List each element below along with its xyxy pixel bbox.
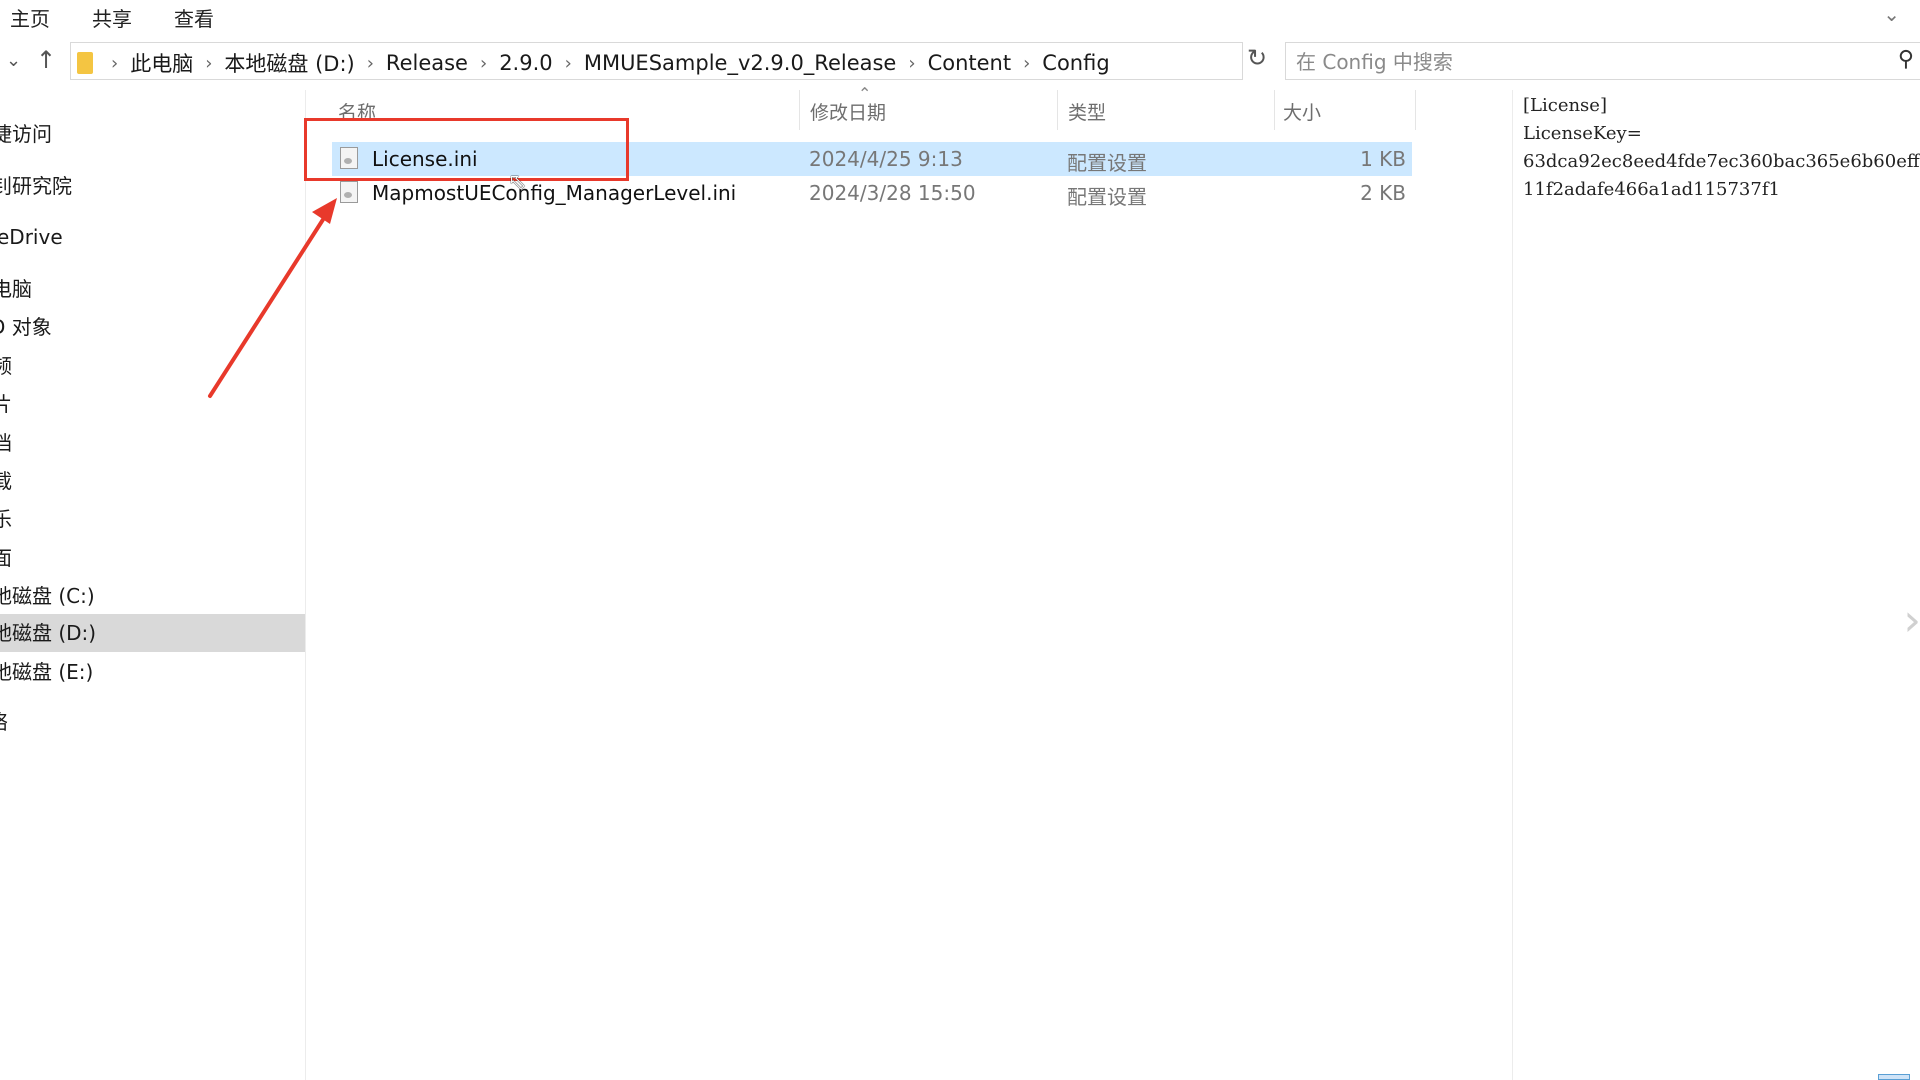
sidebar-item-drive-d[interactable]: 地磁盘 (D:) <box>0 614 305 652</box>
mouse-cursor-icon: ⬁ <box>508 170 527 195</box>
sidebar-item-label: 频 <box>0 354 12 378</box>
sidebar-item-label: 捷访问 <box>0 122 52 146</box>
search-box: ⚲ <box>1285 42 1920 80</box>
breadcrumb-this-pc[interactable]: 此电脑 <box>130 48 193 78</box>
folder-icon <box>77 52 93 74</box>
chevron-right-icon[interactable]: › <box>367 53 374 74</box>
sidebar-item-drive-c[interactable]: 地磁盘 (C:) <box>0 577 305 615</box>
ini-file-icon <box>340 181 358 203</box>
expand-chevron-icon[interactable]: › <box>1903 595 1920 646</box>
sidebar-item-label: 地磁盘 (E:) <box>0 660 94 684</box>
sidebar-item-documents[interactable]: 档 <box>0 424 305 462</box>
recent-locations-chevron-icon[interactable]: ⌄ <box>6 50 21 71</box>
refresh-icon[interactable]: ↻ <box>1247 44 1267 72</box>
sidebar-item-desktop[interactable]: 面 <box>0 539 305 577</box>
file-date: 2024/3/28 15:50 <box>809 181 976 205</box>
sidebar-item-label: 片 <box>0 392 12 416</box>
breadcrumb: › 此电脑 › 本地磁盘 (D:) › Release › 2.9.0 › MM… <box>71 48 1110 78</box>
sidebar-item-videos[interactable]: 频 <box>0 347 305 385</box>
annotation-highlight-box <box>304 118 629 181</box>
sidebar-item-pictures[interactable]: 片 <box>0 385 305 423</box>
sidebar-item-institute[interactable]: 钊研究院 <box>0 167 305 205</box>
breadcrumb-version[interactable]: 2.9.0 <box>499 51 552 75</box>
ribbon: 主页 共享 查看 ⌄ <box>0 0 1920 32</box>
address-bar[interactable]: › 此电脑 › 本地磁盘 (D:) › Release › 2.9.0 › MM… <box>70 42 1303 80</box>
tab-home[interactable]: 主页 <box>10 3 50 32</box>
chevron-right-icon[interactable]: › <box>480 53 487 74</box>
breadcrumb-release[interactable]: Release <box>386 51 468 75</box>
file-type: 配置设置 <box>1067 151 1147 175</box>
sidebar-item-label: 地磁盘 (D:) <box>0 621 97 645</box>
column-divider[interactable] <box>1274 90 1275 130</box>
view-toggle-icon[interactable] <box>1878 1074 1910 1080</box>
file-name: MapmostUEConfig_ManagerLevel.ini <box>372 181 737 205</box>
sidebar-item-label: 档 <box>0 431 12 455</box>
tab-view[interactable]: 查看 <box>174 3 214 32</box>
sidebar-item-music[interactable]: 乐 <box>0 500 305 538</box>
sidebar-item-onedrive[interactable]: eDrive <box>0 218 305 256</box>
address-row: ⌄ ↑ › 此电脑 › 本地磁盘 (D:) › Release › 2.9.0 … <box>0 40 1920 84</box>
chevron-right-icon[interactable]: › <box>111 53 118 74</box>
column-header-date[interactable]: 修改日期 <box>810 98 886 125</box>
chevron-right-icon[interactable]: › <box>205 53 212 74</box>
up-arrow-icon[interactable]: ↑ <box>36 46 56 74</box>
column-header-size[interactable]: 大小 <box>1283 98 1321 125</box>
chevron-right-icon[interactable]: › <box>565 53 572 74</box>
sidebar-item-network[interactable]: 络 <box>0 703 305 741</box>
search-input[interactable] <box>1294 48 1878 76</box>
chevron-down-icon[interactable]: ⌄ <box>1883 2 1900 26</box>
file-type: 配置设置 <box>1067 185 1147 209</box>
sidebar-item-label: 钊研究院 <box>0 174 72 198</box>
sidebar-item-drive-e[interactable]: 地磁盘 (E:) <box>0 653 305 691</box>
tab-share[interactable]: 共享 <box>92 3 132 32</box>
sidebar-item-downloads[interactable]: 载 <box>0 462 305 500</box>
sidebar-item-label: eDrive <box>0 225 63 249</box>
chevron-right-icon[interactable]: › <box>1023 53 1030 74</box>
search-icon[interactable]: ⚲ <box>1898 47 1914 72</box>
column-divider[interactable] <box>799 90 800 130</box>
sidebar-item-quick-access[interactable]: 捷访问 <box>0 115 305 153</box>
sidebar-item-label: 地磁盘 (C:) <box>0 584 95 608</box>
column-divider[interactable] <box>1057 90 1058 130</box>
file-size: 1 KB <box>1360 147 1406 171</box>
file-row-manager-level[interactable]: MapmostUEConfig_ManagerLevel.ini 2024/3/… <box>332 176 1412 210</box>
breadcrumb-config[interactable]: Config <box>1042 51 1109 75</box>
breadcrumb-sample[interactable]: MMUESample_v2.9.0_Release <box>584 51 897 75</box>
column-divider[interactable] <box>1415 90 1416 130</box>
sidebar-item-label: 乐 <box>0 507 12 531</box>
breadcrumb-content[interactable]: Content <box>928 51 1012 75</box>
file-date: 2024/4/25 9:13 <box>809 147 963 171</box>
sidebar-item-label: 电脑 <box>0 277 32 301</box>
column-header-type[interactable]: 类型 <box>1068 98 1106 125</box>
sidebar-item-label: 载 <box>0 469 12 493</box>
sidebar-item-3d-objects[interactable]: D 对象 <box>0 308 305 346</box>
sidebar-item-label: 面 <box>0 546 12 570</box>
breadcrumb-drive-d[interactable]: 本地磁盘 (D:) <box>224 48 354 78</box>
sidebar-item-label: D 对象 <box>0 315 52 339</box>
preview-text: [License] LicenseKey= 63dca92ec8eed4fde7… <box>1523 95 1920 200</box>
chevron-right-icon[interactable]: › <box>908 53 915 74</box>
sidebar-item-this-pc[interactable]: 电脑 <box>0 270 305 308</box>
preview-pane: [License] LicenseKey= 63dca92ec8eed4fde7… <box>1512 90 1920 1080</box>
sidebar-item-label: 络 <box>0 703 8 741</box>
navigation-pane: 捷访问 钊研究院 eDrive 电脑 D 对象 频 片 档 载 乐 面 地磁盘 … <box>0 90 306 1080</box>
file-size: 2 KB <box>1360 181 1406 205</box>
